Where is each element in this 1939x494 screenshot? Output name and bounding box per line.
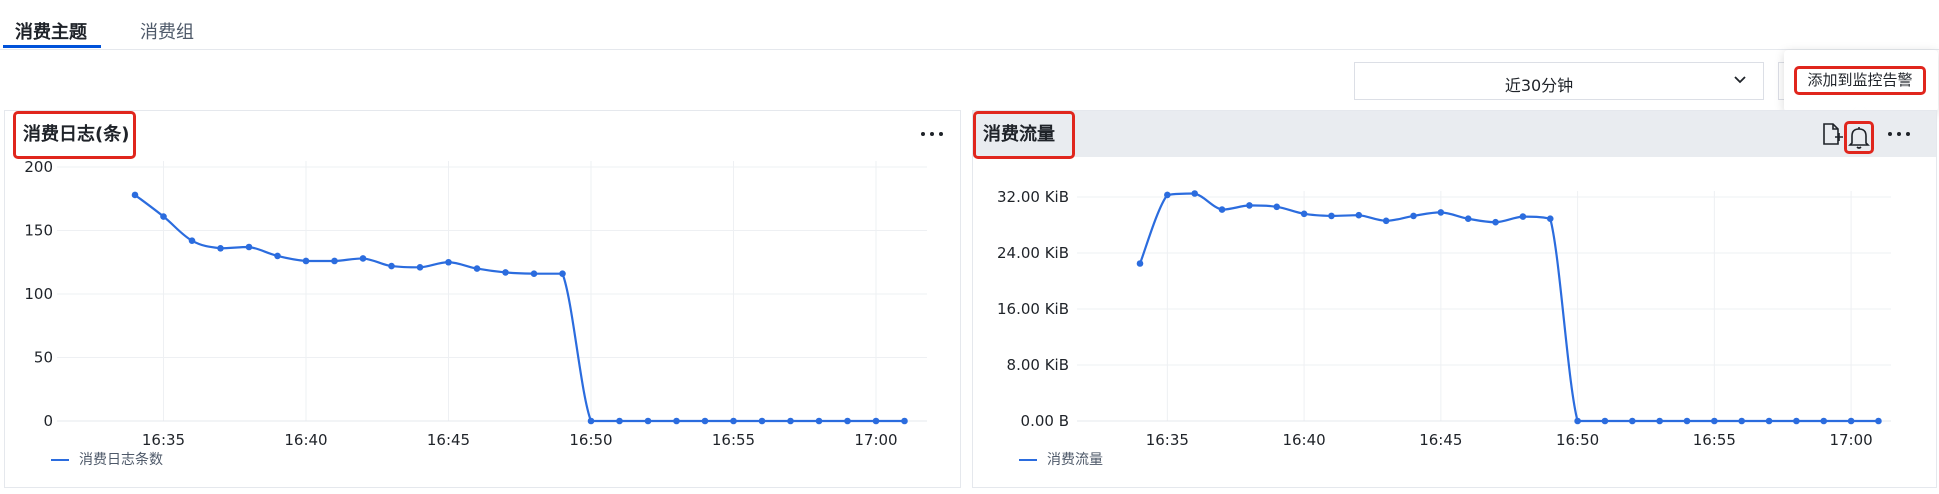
- data-point[interactable]: [1711, 417, 1718, 425]
- data-point[interactable]: [1875, 417, 1882, 425]
- data-point[interactable]: [502, 269, 509, 276]
- data-point[interactable]: [1273, 203, 1281, 211]
- data-point[interactable]: [160, 213, 167, 220]
- y-tick-label: 24.00 KiB: [997, 244, 1069, 262]
- chart-panel-traffic: 消费流量 32.00 KiB 24.00 KiB 16.00 KiB 8.00 KiB…: [972, 110, 1937, 488]
- time-range-value: 近30分钟: [1504, 76, 1574, 95]
- y-tick-label: 50: [34, 349, 53, 367]
- line-chart-logs: 200 150 100 50 0 16:35 16:40 16:45 16:50 16:55 17:…: [24, 158, 927, 449]
- legend-label: 消费流量: [1047, 452, 1103, 468]
- data-point[interactable]: [758, 417, 766, 425]
- legend-label: 消费日志条数: [79, 452, 163, 468]
- data-point[interactable]: [188, 237, 196, 244]
- data-point[interactable]: [359, 255, 367, 262]
- data-point[interactable]: [1246, 202, 1253, 209]
- data-point[interactable]: [1656, 417, 1663, 425]
- series-line: [1138, 192, 1879, 423]
- data-point[interactable]: [673, 417, 680, 425]
- data-point[interactable]: [872, 417, 880, 425]
- y-tick-label: 8.00 KiB: [1007, 356, 1069, 374]
- data-point[interactable]: [302, 257, 310, 265]
- y-tick-label: 100: [24, 285, 53, 303]
- x-tick-label: 16:40: [1282, 431, 1325, 449]
- x-tick-label: 16:45: [427, 431, 470, 449]
- data-point[interactable]: [1328, 212, 1335, 220]
- data-point[interactable]: [274, 252, 281, 260]
- tooltip-text: 添加到监控告警: [1794, 66, 1926, 95]
- data-point[interactable]: [530, 270, 538, 277]
- data-point[interactable]: [1300, 210, 1308, 218]
- y-tick-label: 16.00 KiB: [997, 300, 1069, 318]
- chart-legend[interactable]: 消费日志条数: [51, 449, 163, 479]
- data-point[interactable]: [245, 243, 253, 251]
- chevron-down-icon: [1734, 76, 1746, 84]
- data-point[interactable]: [445, 258, 452, 266]
- y-tick-label: 0: [43, 412, 53, 430]
- data-point[interactable]: [1464, 215, 1472, 222]
- x-tick-label: 16:40: [284, 431, 327, 449]
- data-point[interactable]: [1765, 417, 1773, 425]
- x-tick-label: 16:35: [1146, 431, 1189, 449]
- data-point[interactable]: [1410, 212, 1417, 220]
- tab-consume-group[interactable]: 消费组: [140, 18, 194, 44]
- series-line: [134, 194, 905, 423]
- chart-panel-logs: 消费日志(条) 200 150 100 50 0 16:35 16:40 16:45 16:50…: [4, 110, 961, 488]
- data-point[interactable]: [473, 265, 481, 272]
- data-point[interactable]: [217, 244, 224, 252]
- data-point[interactable]: [1382, 217, 1390, 225]
- data-point[interactable]: [1437, 209, 1445, 216]
- line-chart-traffic: 32.00 KiB 24.00 KiB 16.00 KiB 8.00 KiB 0.00 …: [997, 188, 1891, 449]
- data-point[interactable]: [559, 270, 566, 277]
- data-point[interactable]: [131, 191, 139, 199]
- data-point[interactable]: [730, 417, 737, 425]
- legend-swatch: [1019, 459, 1037, 461]
- chart-legend[interactable]: 消费流量: [1019, 449, 1103, 479]
- data-point[interactable]: [1218, 206, 1226, 213]
- data-point[interactable]: [787, 417, 794, 425]
- data-point[interactable]: [1136, 260, 1144, 267]
- y-tick-label: 150: [24, 222, 53, 240]
- data-point[interactable]: [844, 417, 851, 425]
- legend-swatch: [51, 459, 69, 461]
- data-point[interactable]: [644, 417, 652, 425]
- x-tick-label: 17:00: [854, 431, 897, 449]
- data-point[interactable]: [1492, 218, 1499, 226]
- data-point[interactable]: [388, 262, 395, 270]
- data-point[interactable]: [1191, 190, 1198, 197]
- y-tick-label: 32.00 KiB: [997, 188, 1069, 206]
- x-tick-label: 16:50: [569, 431, 612, 449]
- x-tick-label: 16:50: [1556, 431, 1599, 449]
- y-tick-label: 200: [24, 158, 53, 176]
- tooltip: 添加到监控告警: [1784, 50, 1938, 112]
- data-point[interactable]: [815, 417, 823, 425]
- x-tick-label: 16:55: [712, 431, 755, 449]
- data-point[interactable]: [1738, 417, 1745, 425]
- data-point[interactable]: [1546, 215, 1554, 222]
- tab-consume-topic[interactable]: 消费主题: [15, 18, 87, 44]
- data-point[interactable]: [616, 417, 623, 425]
- data-point[interactable]: [331, 257, 338, 265]
- active-tab-indicator: [3, 45, 101, 48]
- data-point[interactable]: [1601, 417, 1609, 425]
- data-point[interactable]: [1355, 211, 1363, 219]
- data-point[interactable]: [1847, 417, 1855, 425]
- y-tick-label: 0.00 B: [1021, 412, 1069, 430]
- x-tick-label: 16:45: [1419, 431, 1462, 449]
- data-point[interactable]: [587, 417, 595, 425]
- data-point[interactable]: [1574, 417, 1581, 425]
- data-point[interactable]: [1820, 417, 1828, 425]
- x-tick-label: 17:00: [1829, 431, 1872, 449]
- data-point[interactable]: [1629, 417, 1636, 425]
- data-point[interactable]: [701, 417, 709, 425]
- data-point[interactable]: [1793, 417, 1800, 425]
- data-point[interactable]: [1519, 213, 1527, 220]
- x-tick-label: 16:55: [1693, 431, 1736, 449]
- data-point[interactable]: [416, 264, 424, 271]
- data-point[interactable]: [1164, 191, 1171, 199]
- data-point[interactable]: [1683, 417, 1691, 425]
- x-tick-label: 16:35: [142, 431, 185, 449]
- tab-bar: 消费主题 消费组: [0, 0, 1939, 50]
- time-range-select[interactable]: 近30分钟: [1354, 62, 1764, 100]
- data-point[interactable]: [901, 417, 908, 425]
